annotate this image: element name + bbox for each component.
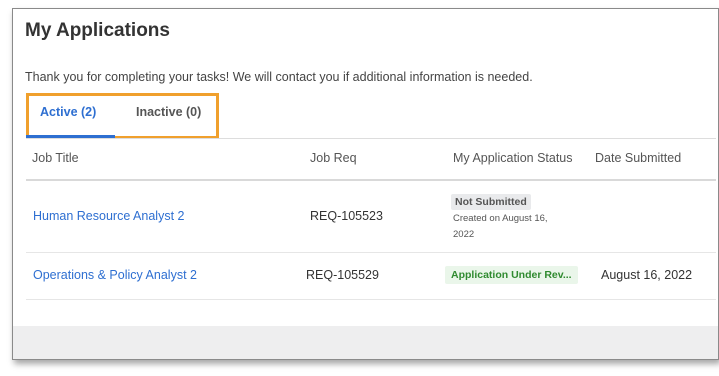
tab-active[interactable]: Active (2): [40, 105, 96, 119]
job-title-link[interactable]: Operations & Policy Analyst 2: [33, 268, 197, 282]
date-submitted-cell: August 16, 2022: [601, 268, 693, 282]
row-divider: [26, 252, 716, 253]
job-req-cell: REQ-105523: [310, 209, 383, 223]
header-application-status: My Application Status: [453, 151, 573, 165]
status-badge: Not Submitted: [451, 194, 531, 210]
job-title-link[interactable]: Human Resource Analyst 2: [33, 209, 184, 223]
header-divider: [26, 179, 716, 181]
header-job-title: Job Title: [32, 151, 79, 165]
status-badge: Application Under Rev...: [445, 266, 578, 284]
page-title: My Applications: [25, 20, 170, 41]
header-date-submitted: Date Submitted: [595, 151, 682, 165]
tab-divider: [26, 138, 716, 139]
row-divider: [26, 299, 716, 300]
tab-inactive[interactable]: Inactive (0): [136, 105, 201, 119]
panel-footer: [13, 326, 718, 359]
applications-panel: My Applications Thank you for completing…: [12, 8, 719, 360]
header-job-req: Job Req: [310, 151, 357, 165]
info-message: Thank you for completing your tasks! We …: [25, 70, 533, 84]
status-note: Created on August 16, 2022: [453, 213, 548, 240]
job-req-cell: REQ-105529: [306, 268, 379, 282]
